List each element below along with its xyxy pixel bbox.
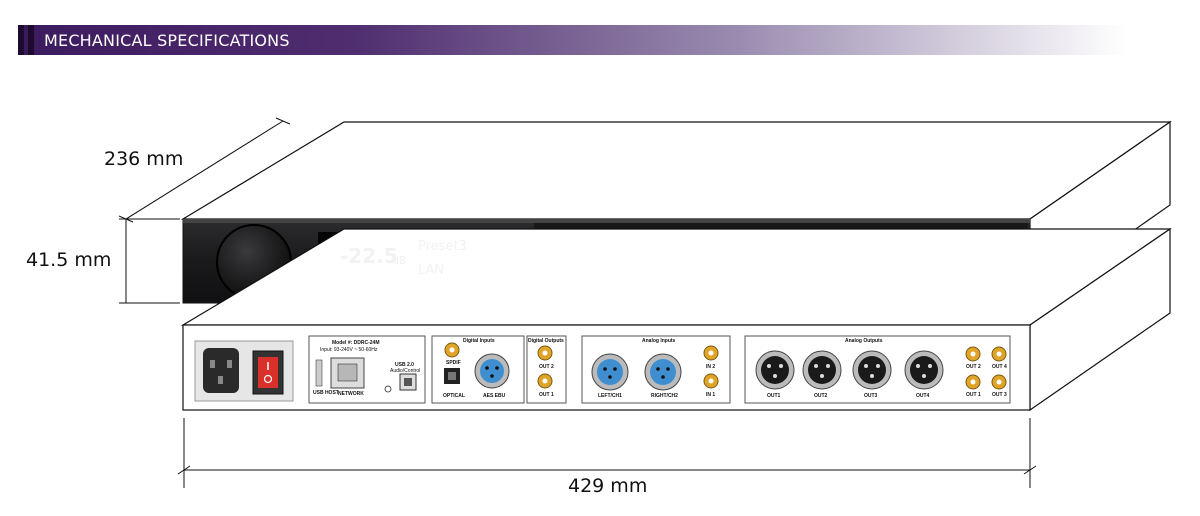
model-label: Model #: DDRC-24M xyxy=(332,340,380,346)
right-ch2-label: RIGHT/CH2 xyxy=(651,393,678,399)
volume-unit: dB xyxy=(392,254,407,267)
volume-readout: -22.5 xyxy=(340,244,398,268)
out3-label: OUT3 xyxy=(864,393,878,399)
rca-out4-label: OUT 4 xyxy=(992,364,1007,370)
optical-label: OPTICAL xyxy=(443,393,465,399)
source-readout: LAN xyxy=(418,263,445,278)
network-label: NETWORK xyxy=(338,391,364,397)
minidsp-logo: miniDSP xyxy=(904,265,1018,295)
width-label: 429 mm xyxy=(568,475,648,497)
out2-label: OUT2 xyxy=(814,393,828,399)
device-diagram xyxy=(118,117,1172,488)
out4-label: OUT4 xyxy=(916,393,930,399)
rear-unit xyxy=(180,227,1172,412)
analog-inputs-label: Analog Inputs xyxy=(642,338,676,344)
input-rating: Input: 93-240V ~ 50-60Hz xyxy=(320,347,378,353)
usb-sub-label: Audio/Control xyxy=(390,368,421,374)
spdif-label: SPDIF xyxy=(446,360,461,366)
digital-out1-label: OUT 1 xyxy=(539,392,554,398)
out1-label: OUT1 xyxy=(767,393,781,399)
preset-readout: Preset3 xyxy=(418,239,467,254)
rca-out3-label: OUT 3 xyxy=(992,392,1007,398)
digital-out2-label: OUT 2 xyxy=(539,364,554,370)
aes-ebu-label: AES EBU xyxy=(483,393,506,399)
rca-out1-label: OUT 1 xyxy=(966,392,981,398)
usb-host-label: USB HOST xyxy=(313,390,339,396)
usb-host-port xyxy=(315,359,323,387)
left-ch1-label: LEFT/CH1 xyxy=(598,393,622,399)
in1-label: IN 1 xyxy=(706,392,716,398)
digital-inputs-label: Digital Inputs xyxy=(463,338,495,344)
analog-outputs-label: Analog Outputs xyxy=(845,338,883,344)
power-inlet xyxy=(203,348,239,393)
digital-outputs-label: Digital Outputs xyxy=(528,338,564,344)
rca-out2-label: OUT 2 xyxy=(966,364,981,370)
in2-label: IN 2 xyxy=(706,364,716,370)
power-switch[interactable] xyxy=(258,357,278,388)
height-label: 41.5 mm xyxy=(26,249,112,271)
depth-label: 236 mm xyxy=(104,148,184,170)
